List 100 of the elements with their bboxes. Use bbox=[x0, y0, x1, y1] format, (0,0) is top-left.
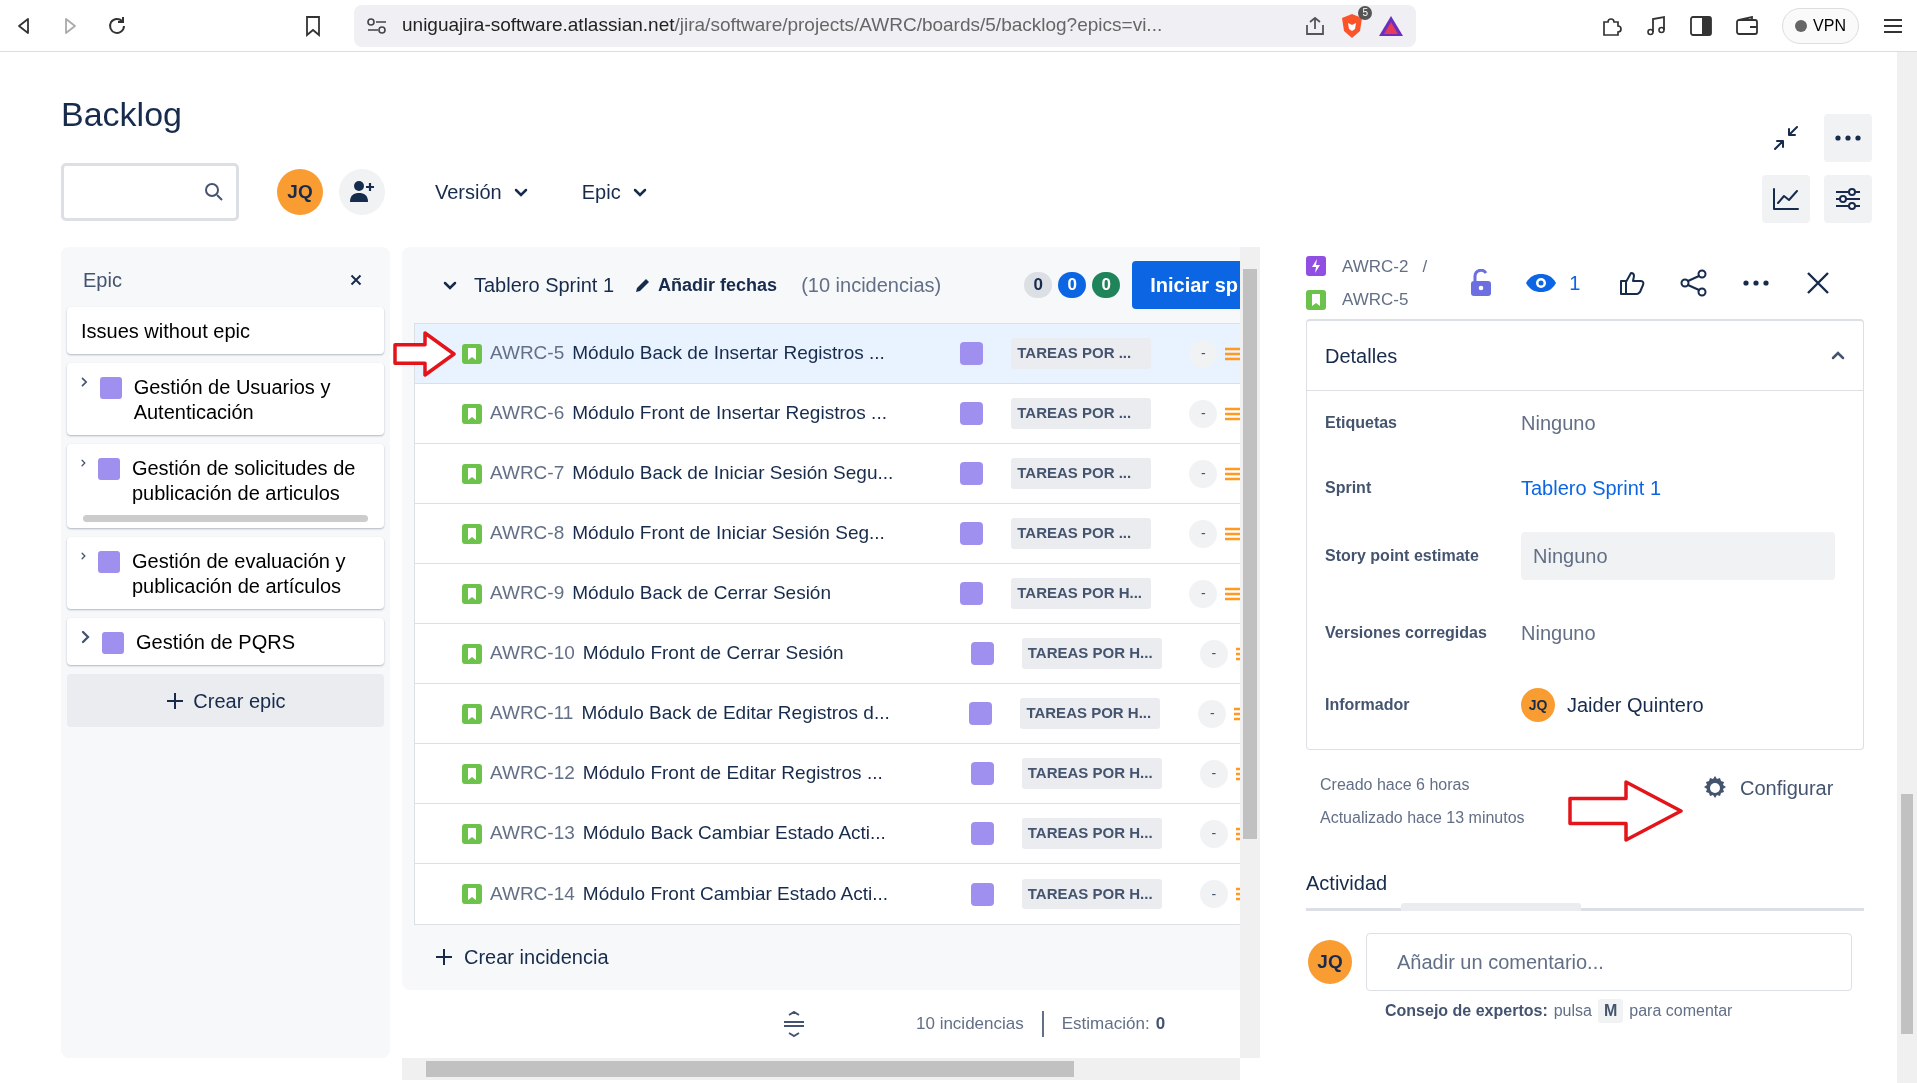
status-lozenge[interactable]: TAREAS POR H... bbox=[1020, 698, 1161, 729]
epic-item[interactable]: Gestión de Usuarios y Autenticación bbox=[67, 363, 384, 435]
priority-icon bbox=[1225, 406, 1240, 421]
status-lozenge[interactable]: TAREAS POR H... bbox=[1011, 578, 1152, 609]
user-name: Jaider Quintero bbox=[1567, 693, 1704, 718]
status-lozenge[interactable]: TAREAS POR H... bbox=[1021, 818, 1162, 849]
issue-key[interactable]: AWRC-10 bbox=[490, 639, 575, 668]
reload-icon[interactable] bbox=[106, 14, 128, 37]
chevron-down-icon bbox=[513, 187, 528, 197]
issue-key[interactable]: AWRC-14 bbox=[490, 879, 575, 909]
add-people-button[interactable] bbox=[339, 169, 385, 215]
issue-row[interactable]: AWRC-8 Módulo Front de Iniciar Sesión Seg... TAREAS POR ... - bbox=[415, 504, 1240, 564]
more-button[interactable] bbox=[1824, 114, 1872, 162]
site-settings-icon[interactable] bbox=[366, 16, 388, 35]
add-dates-link[interactable]: Añadir fechas bbox=[628, 270, 784, 300]
issue-key[interactable]: AWRC-11 bbox=[490, 699, 574, 728]
story-icon bbox=[462, 643, 482, 664]
estimate-value: 0 bbox=[1155, 1013, 1166, 1036]
create-epic-button[interactable]: Crear epic bbox=[67, 674, 384, 727]
url-text[interactable]: uniguajira-software.atlassian.net/jira/software/projects/AWRC/boards/5/backlog?epics=vi... bbox=[402, 11, 1290, 40]
configure-button[interactable]: Configurar bbox=[1696, 772, 1840, 804]
status-lozenge[interactable]: TAREAS POR ... bbox=[1011, 398, 1152, 429]
field-input[interactable]: Ninguno bbox=[1521, 532, 1835, 580]
watch-button[interactable]: 1 bbox=[1519, 267, 1587, 299]
resize-handle-icon[interactable] bbox=[782, 1011, 806, 1037]
status-lozenge[interactable]: TAREAS POR H... bbox=[1021, 638, 1162, 669]
more-icon bbox=[1835, 135, 1861, 141]
chevron-right-icon[interactable] bbox=[81, 630, 90, 644]
epic-item[interactable]: Issues without epic bbox=[67, 307, 384, 354]
share-icon bbox=[1680, 269, 1709, 297]
scrollbar[interactable] bbox=[1240, 247, 1260, 1058]
comment-field[interactable]: Añadir un comentario... bbox=[1366, 933, 1852, 991]
estimate-badge[interactable]: - bbox=[1189, 519, 1218, 548]
issue-row[interactable]: AWRC-7 Módulo Back de Iniciar Sesión Segu... TAREAS POR ... - bbox=[415, 444, 1240, 504]
insights-button[interactable] bbox=[1762, 175, 1810, 223]
close-icon bbox=[1806, 271, 1831, 295]
scrollbar[interactable] bbox=[1897, 52, 1917, 1083]
created-text: Creado hace 6 horas bbox=[1319, 775, 1471, 795]
triangle-icon[interactable] bbox=[1378, 14, 1404, 37]
status-lozenge[interactable]: TAREAS POR ... bbox=[1011, 338, 1152, 369]
breadcrumb-link[interactable]: AWRC-5 bbox=[1342, 287, 1409, 313]
estimate-badge[interactable]: - bbox=[1199, 880, 1228, 908]
details-header[interactable]: Detalles bbox=[1307, 321, 1863, 391]
field-label: Story point estimate bbox=[1325, 546, 1480, 566]
issue-summary: Módulo Back de Insertar Registros ... bbox=[572, 341, 886, 366]
sprint-link[interactable]: Tablero Sprint 1 bbox=[1521, 473, 1662, 503]
filter-dropdown[interactable]: Versión bbox=[421, 171, 542, 213]
estimate-badge[interactable]: - bbox=[1199, 819, 1228, 848]
lion-shield-icon[interactable] bbox=[1340, 13, 1364, 40]
estimate-badge[interactable]: - bbox=[1199, 759, 1228, 788]
issue-key[interactable]: AWRC-13 bbox=[490, 819, 575, 848]
issue-row[interactable]: AWRC-5 Módulo Back de Insertar Registros ... TAREAS POR ... - bbox=[415, 324, 1240, 384]
status-lozenge[interactable]: TAREAS POR H... bbox=[1021, 758, 1162, 789]
issue-key[interactable]: AWRC-8 bbox=[490, 519, 565, 548]
wallet-icon[interactable] bbox=[1736, 15, 1759, 36]
music-icon[interactable] bbox=[1646, 14, 1667, 37]
epic-item[interactable]: Gestión de PQRS bbox=[67, 618, 384, 665]
issue-row[interactable]: AWRC-14 Módulo Front Cambiar Estado Acti... TAREAS POR H... - bbox=[415, 864, 1240, 924]
estimate-badge[interactable]: - bbox=[1199, 639, 1228, 668]
estimate-badge[interactable]: - bbox=[1189, 459, 1218, 488]
scrollbar[interactable] bbox=[402, 1058, 1240, 1080]
status-lozenge[interactable]: TAREAS POR ... bbox=[1011, 518, 1152, 549]
priority-icon bbox=[1225, 526, 1240, 541]
issue-key[interactable]: AWRC-7 bbox=[490, 459, 565, 488]
scrollbar[interactable] bbox=[83, 515, 368, 522]
estimate-badge[interactable]: - bbox=[1189, 579, 1218, 608]
share-icon[interactable] bbox=[1304, 15, 1326, 36]
issue-key[interactable]: AWRC-9 bbox=[490, 579, 565, 608]
issue-key[interactable]: AWRC-6 bbox=[490, 399, 565, 428]
issue-row[interactable]: AWRC-9 Módulo Back de Cerrar Sesión TAREAS POR H... - bbox=[415, 564, 1240, 624]
user-avatar[interactable]: JQ bbox=[277, 169, 323, 215]
estimate-badge[interactable]: - bbox=[1189, 399, 1218, 428]
search-field[interactable] bbox=[61, 163, 239, 221]
create-issue-button[interactable]: Crear incidencia bbox=[428, 941, 615, 973]
breadcrumb-link[interactable]: AWRC-2 bbox=[1342, 253, 1409, 279]
bookmark-icon[interactable] bbox=[304, 14, 322, 37]
vpn-button[interactable]: VPN bbox=[1782, 7, 1859, 44]
issue-count: (10 incidencias) bbox=[801, 273, 942, 298]
priority-icon bbox=[1225, 346, 1240, 361]
issue-key[interactable]: AWRC-5 bbox=[490, 339, 565, 368]
sidebar-icon[interactable] bbox=[1690, 15, 1713, 36]
chevron-right-icon[interactable] bbox=[81, 375, 88, 389]
filter-dropdown[interactable]: Epic bbox=[567, 171, 661, 213]
epic-item[interactable]: Gestión de solicitudes de publicación de articulos bbox=[67, 444, 384, 528]
issue-key[interactable]: AWRC-12 bbox=[490, 759, 575, 788]
status-lozenge[interactable]: TAREAS POR H... bbox=[1021, 878, 1162, 910]
issue-summary: Módulo Front de Cerrar Sesión bbox=[582, 641, 845, 666]
start-sprint-button[interactable]: Iniciar sp bbox=[1132, 261, 1240, 309]
story-icon bbox=[462, 403, 482, 424]
estimate-badge[interactable]: - bbox=[1189, 339, 1218, 368]
issue-summary: Módulo Front de Editar Registros ... bbox=[582, 761, 884, 786]
menu-icon[interactable] bbox=[1883, 17, 1903, 34]
view-settings-button[interactable] bbox=[1824, 175, 1872, 223]
status-lozenge[interactable]: TAREAS POR ... bbox=[1011, 458, 1152, 489]
updated-text: Actualizado hace 13 minutos bbox=[1319, 808, 1525, 828]
issue-row[interactable]: AWRC-6 Módulo Front de Insertar Registros ... TAREAS POR ... - bbox=[415, 384, 1240, 444]
estimate-badge[interactable]: - bbox=[1198, 699, 1227, 728]
plus-icon bbox=[434, 947, 454, 967]
epic-item[interactable]: Gestión de evaluación y publicación de artículos bbox=[67, 537, 384, 609]
breadcrumb-separator: / bbox=[1422, 255, 1428, 278]
